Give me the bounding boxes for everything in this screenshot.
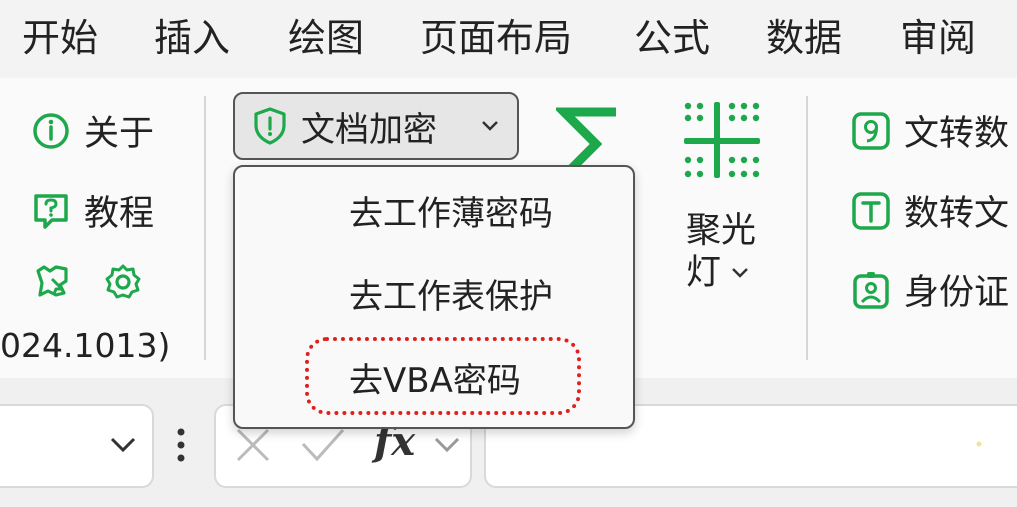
spotlight-label[interactable]: 聚光 xyxy=(686,210,756,252)
tab-page-layout[interactable]: 页面布局 xyxy=(420,12,572,64)
chevron-down-icon xyxy=(731,267,749,279)
about-label: 关于 xyxy=(84,114,155,154)
tutorial-label: 教程 xyxy=(84,194,155,234)
chevron-down-icon[interactable] xyxy=(110,436,136,458)
shield-icon xyxy=(253,106,287,146)
id-card-label: 身份证 xyxy=(904,273,1010,313)
tab-home[interactable]: 开始 xyxy=(22,12,98,64)
tab-draw[interactable]: 绘图 xyxy=(288,12,364,64)
menu-item-label: 去工作表保护 xyxy=(349,277,553,317)
confirm-check-icon[interactable] xyxy=(300,426,346,468)
tab-insert[interactable]: 插入 xyxy=(154,12,230,64)
group-divider xyxy=(806,96,808,360)
text-to-number-label: 文转数 xyxy=(904,114,1010,154)
menu-item-remove-sheet-protection[interactable]: 去工作表保护 xyxy=(235,256,633,338)
number-nine-icon xyxy=(850,110,892,152)
sum-icon[interactable] xyxy=(553,104,626,180)
tab-data[interactable]: 数据 xyxy=(766,12,842,64)
help-bubble-icon xyxy=(30,190,72,232)
cancel-x-icon[interactable] xyxy=(234,426,272,468)
text-to-number-button[interactable]: 文转数 xyxy=(850,105,1009,156)
tab-formulas[interactable]: 公式 xyxy=(634,12,710,64)
version-text: 024.1013) xyxy=(0,326,171,365)
more-options-icon[interactable] xyxy=(176,428,186,466)
info-icon xyxy=(30,110,72,152)
menu-item-remove-workbook-password[interactable]: 去工作薄密码 xyxy=(235,173,633,255)
spotlight-dropdown[interactable]: 灯 xyxy=(686,252,749,294)
ribbon-tab-bar: 开始 插入 绘图 页面布局 公式 数据 审阅 xyxy=(0,0,1017,78)
document-encrypt-label: 文档加密 xyxy=(301,109,437,150)
id-badge-icon xyxy=(850,269,892,311)
highlight-annotation xyxy=(305,337,581,415)
document-encrypt-dropdown[interactable]: 文档加密 xyxy=(233,92,519,160)
chevron-down-icon[interactable] xyxy=(434,436,460,458)
spotlight-grid-icon[interactable] xyxy=(684,102,760,178)
text-t-icon xyxy=(850,190,892,232)
menu-item-label: 去工作薄密码 xyxy=(349,194,553,234)
settings-gear-icon[interactable] xyxy=(102,261,144,303)
tutorial-button[interactable]: 教程 xyxy=(30,185,154,236)
feedback-icon[interactable] xyxy=(32,261,74,303)
chevron-down-icon xyxy=(481,120,499,132)
number-to-text-button[interactable]: 数转文 xyxy=(850,185,1009,236)
id-card-button[interactable]: 身份证 xyxy=(850,264,1009,315)
tab-review[interactable]: 审阅 xyxy=(900,12,976,64)
spotlight-label-line2: 灯 xyxy=(686,253,722,293)
about-button[interactable]: 关于 xyxy=(30,105,154,156)
sparkle-icon xyxy=(974,434,984,453)
name-box[interactable] xyxy=(0,404,154,488)
group-divider xyxy=(204,96,206,360)
number-to-text-label: 数转文 xyxy=(904,194,1010,234)
